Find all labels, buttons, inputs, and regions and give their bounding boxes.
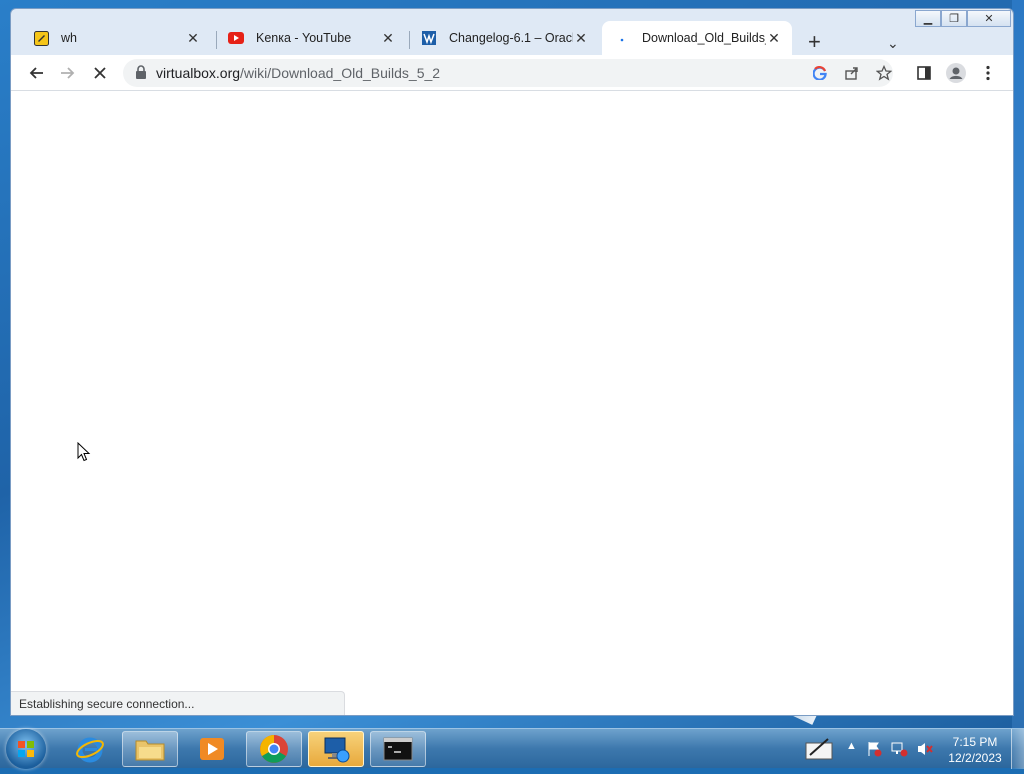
chrome-icon bbox=[260, 735, 288, 763]
stop-loading-button[interactable] bbox=[89, 62, 111, 84]
close-icon bbox=[94, 67, 106, 79]
address-bar[interactable]: virtualbox.org/wiki/Download_Old_Builds_… bbox=[123, 59, 893, 87]
virtualbox-monitor-icon bbox=[324, 737, 350, 763]
pen-input-icon[interactable] bbox=[804, 735, 834, 763]
virtualbox-icon bbox=[421, 30, 437, 46]
back-button[interactable] bbox=[25, 62, 47, 84]
side-panel-icon bbox=[917, 66, 931, 80]
close-tab-icon[interactable]: ✕ bbox=[380, 30, 396, 47]
tab-search-button[interactable]: ⌄ bbox=[887, 35, 899, 52]
tab-title: Kenка - YouTube bbox=[256, 31, 352, 45]
share-icon[interactable] bbox=[843, 64, 861, 82]
avatar-icon bbox=[946, 63, 966, 83]
folder-icon bbox=[135, 740, 165, 761]
system-tray: ▲ bbox=[800, 729, 940, 769]
mouse-cursor-icon bbox=[77, 442, 91, 462]
side-panel-button[interactable] bbox=[913, 62, 935, 84]
command-prompt-icon bbox=[383, 737, 413, 761]
status-bubble: Establishing secure connection... bbox=[11, 691, 345, 715]
close-tab-icon[interactable]: ✕ bbox=[573, 30, 589, 47]
tab-title: Download_Old_Builds_5_2 bbox=[642, 31, 766, 45]
taskbar: ▲ 7:15 PM 12/2/2023 bbox=[0, 728, 1024, 769]
taskbar-internet-explorer[interactable] bbox=[62, 731, 118, 767]
close-tab-icon[interactable]: ✕ bbox=[185, 30, 201, 47]
notes-icon bbox=[33, 30, 49, 46]
tab-youtube[interactable]: Kenка - YouTube ✕ bbox=[216, 21, 406, 55]
tab-strip: wh ✕ Kenка - YouTube ✕ Changelog-6.1 – O… bbox=[11, 19, 1013, 55]
url-domain: virtualbox.org bbox=[156, 65, 241, 81]
taskbar-command-prompt[interactable] bbox=[370, 731, 426, 767]
taskbar-chrome[interactable] bbox=[246, 731, 302, 767]
more-vert-icon bbox=[986, 65, 990, 81]
youtube-icon bbox=[228, 30, 244, 46]
tab-wh[interactable]: wh ✕ bbox=[21, 21, 211, 55]
bookmark-star-icon[interactable] bbox=[875, 64, 893, 82]
url-text: virtualbox.org/wiki/Download_Old_Builds_… bbox=[156, 65, 440, 81]
menu-button[interactable] bbox=[977, 62, 999, 84]
back-arrow-icon bbox=[29, 67, 43, 79]
media-player-icon bbox=[200, 738, 224, 760]
lock-icon bbox=[136, 65, 146, 79]
tab-title: wh bbox=[61, 31, 77, 45]
action-center-flag-icon[interactable] bbox=[866, 741, 882, 757]
taskbar-media-player[interactable] bbox=[184, 731, 240, 767]
tab-download-old-builds[interactable]: Download_Old_Builds_5_2 ✕ bbox=[602, 21, 792, 55]
taskbar-clock[interactable]: 7:15 PM 12/2/2023 bbox=[940, 734, 1010, 766]
taskbar-virtualbox[interactable] bbox=[308, 731, 364, 767]
clock-date: 12/2/2023 bbox=[948, 751, 1002, 765]
show-hidden-icons-button[interactable]: ▲ bbox=[846, 740, 857, 752]
forward-button[interactable] bbox=[57, 62, 79, 84]
taskbar-windows-explorer[interactable] bbox=[122, 731, 178, 767]
close-tab-icon[interactable]: ✕ bbox=[766, 30, 782, 47]
windows-logo-icon bbox=[18, 741, 34, 757]
clock-time: 7:15 PM bbox=[952, 735, 998, 749]
forward-arrow-icon bbox=[61, 67, 75, 79]
loading-spinner-icon bbox=[614, 30, 630, 46]
volume-muted-icon[interactable] bbox=[916, 741, 934, 757]
tab-title: Changelog-6.1 – Oracle bbox=[449, 31, 573, 45]
browser-toolbar: virtualbox.org/wiki/Download_Old_Builds_… bbox=[11, 55, 1013, 91]
tab-changelog[interactable]: Changelog-6.1 – Oracle ✕ bbox=[409, 21, 599, 55]
browser-window: ▁ ❐ ✕ wh ✕ Kenка - YouTube ✕ Changelog-6… bbox=[10, 8, 1014, 716]
google-lens-icon[interactable] bbox=[811, 64, 829, 82]
url-path: /wiki/Download_Old_Builds_5_2 bbox=[240, 65, 441, 81]
network-icon[interactable] bbox=[890, 741, 908, 757]
profile-button[interactable] bbox=[945, 62, 967, 84]
new-tab-button[interactable]: + bbox=[808, 31, 821, 53]
show-desktop-button[interactable] bbox=[1011, 729, 1024, 769]
start-button[interactable] bbox=[6, 729, 46, 769]
internet-explorer-icon bbox=[76, 737, 104, 763]
page-content: Establishing secure connection... bbox=[11, 91, 1013, 715]
